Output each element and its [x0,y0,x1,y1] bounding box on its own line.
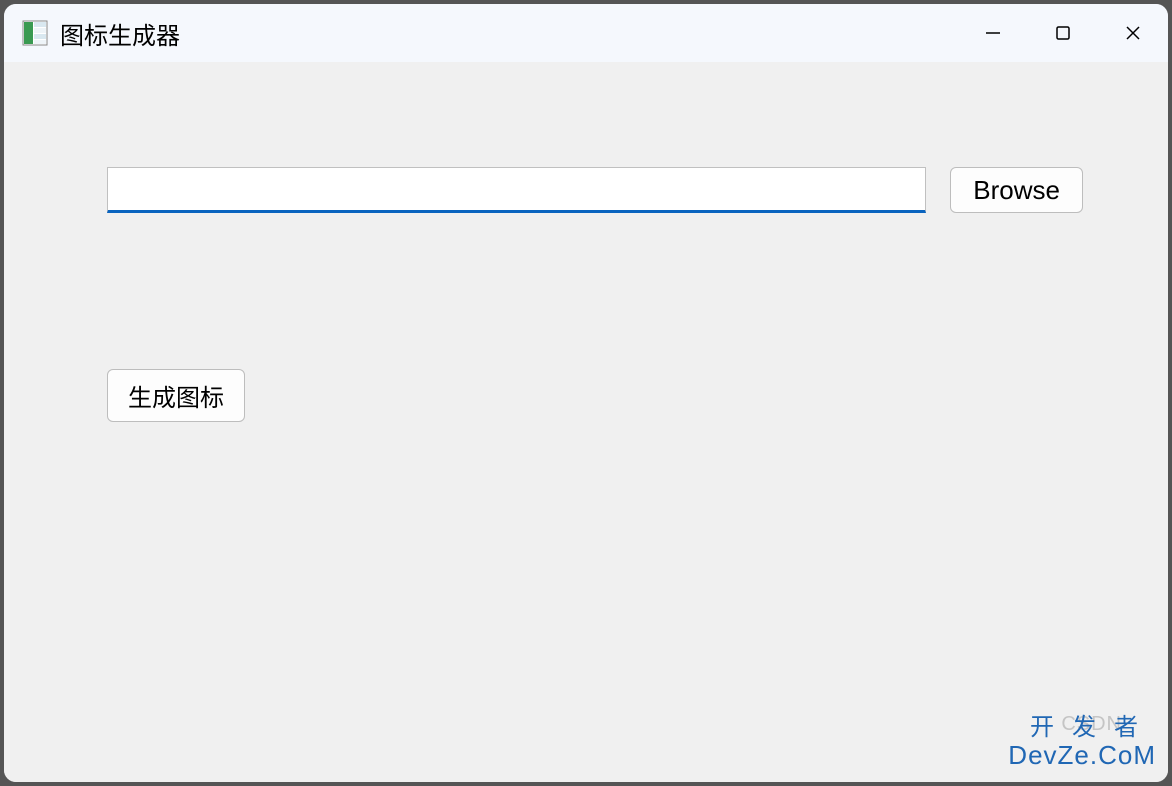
titlebar[interactable]: 图标生成器 [4,4,1168,62]
minimize-button[interactable] [958,4,1028,62]
maximize-button[interactable] [1028,4,1098,62]
generate-button[interactable]: 生成图标 [107,369,245,422]
close-button[interactable] [1098,4,1168,62]
watermark-devze-line2: DevZe.CoM [1008,741,1156,770]
watermark-devze-line1: 开发者 [1008,715,1156,741]
app-icon [22,20,48,46]
path-input[interactable] [107,167,926,213]
window-title: 图标生成器 [60,16,180,51]
browse-button[interactable]: Browse [950,167,1083,213]
content-area: Browse 生成图标 CSDN 开发者 DevZe.CoM [4,62,1168,782]
path-row: Browse [107,167,1083,213]
watermark-devze: 开发者 DevZe.CoM [1008,715,1156,770]
app-window: 图标生成器 Browse 生成图标 CSDN 开发者 DevZe.CoM [4,4,1168,782]
window-controls [958,4,1168,62]
